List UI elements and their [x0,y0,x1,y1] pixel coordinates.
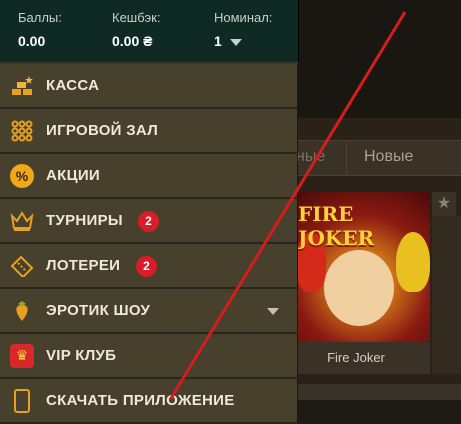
background-top-area [296,0,461,118]
menu-label: ИГРОВОЙ ЗАЛ [46,122,159,139]
cashback-value: 0.00 ₴ [112,33,153,49]
menu-label: VIP КЛУБ [46,347,117,364]
menu-item-lotteries[interactable]: ЛОТЕРЕИ 2 [0,244,298,289]
menu-label: ТУРНИРЫ [46,212,123,229]
cashback-label: Кешбэк: [112,10,161,25]
menu-item-tournaments[interactable]: ТУРНИРЫ 2 [0,199,298,244]
vip-crown-icon: ♛ [9,344,35,368]
menu-label: ЭРОТИК ШОУ [46,302,151,319]
chevron-down-icon[interactable] [229,38,242,46]
game-category-tabs: ные Новые [296,140,461,176]
lotteries-count-badge: 2 [136,256,157,277]
menu-label: АКЦИИ [46,167,101,184]
sidebar-menu: Баллы: 0.00 Кешбэк: 0.00 ₴ Номинал: 1 КА… [0,0,299,424]
bottom-strip [296,384,461,400]
nominal-label: Номинал: [214,10,273,25]
tournaments-count-badge: 2 [138,211,159,232]
balance-label: Баллы: [18,10,62,25]
menu-item-cashier[interactable]: КАССА [0,64,298,109]
main-menu: КАССА ИГРОВОЙ ЗАЛ % АКЦИИ ТУРНИРЫ 2 ЛОТЕ… [0,64,298,424]
expand-arrow-icon[interactable] [267,308,279,315]
balance-value: 0.00 [18,33,46,49]
ticket-icon [9,254,35,278]
game-card-fire-joker[interactable]: FIRE JOKER Fire Joker [296,192,430,374]
game-card-label: Fire Joker [327,350,385,365]
gold-bars-icon [9,74,35,98]
menu-label: СКАЧАТЬ ПРИЛОЖЕНИЕ [46,392,235,409]
account-summary: Баллы: 0.00 Кешбэк: 0.00 ₴ Номинал: 1 [0,0,299,62]
strawberry-icon [9,299,35,323]
tab-divider [346,141,347,175]
cashback-stat: Кешбэк: 0.00 ₴ [112,10,160,49]
slot-grid-icon [9,119,35,143]
nominal-stat[interactable]: Номинал: 1 [214,10,272,49]
menu-label: ЛОТЕРЕИ [46,257,121,274]
joker-face [324,250,394,326]
next-game-card[interactable] [432,216,461,374]
menu-item-promotions[interactable]: % АКЦИИ [0,154,298,199]
menu-item-vip-club[interactable]: ♛ VIP КЛУБ [0,334,298,379]
menu-label: КАССА [46,77,100,94]
tab-popular[interactable]: ные [296,148,325,166]
nominal-selector[interactable]: 1 [214,33,272,49]
favorite-star-icon[interactable]: ★ [432,192,456,216]
game-art-title: FIRE JOKER [298,202,375,250]
nominal-value: 1 [214,33,222,49]
tab-new[interactable]: Новые [364,148,413,166]
menu-item-download-app[interactable]: СКАЧАТЬ ПРИЛОЖЕНИЕ [0,379,298,424]
percent-icon: % [9,164,35,188]
balance-stat: Баллы: 0.00 [18,10,62,49]
menu-item-game-hall[interactable]: ИГРОВОЙ ЗАЛ [0,109,298,154]
menu-item-erotic-show[interactable]: ЭРОТИК ШОУ [0,289,298,334]
phone-icon [9,389,35,413]
crown-icon [9,209,35,233]
